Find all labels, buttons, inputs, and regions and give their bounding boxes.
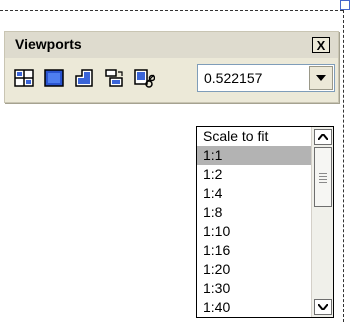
close-icon: X — [316, 37, 326, 53]
single-viewport-icon[interactable] — [43, 67, 65, 89]
scroll-thumb[interactable] — [314, 147, 332, 207]
scale-combobox[interactable]: 0.522157 — [197, 64, 335, 92]
scroll-up-button[interactable] — [314, 129, 332, 145]
list-item[interactable]: 1:40 — [197, 298, 311, 317]
vertical-scrollbar[interactable] — [311, 127, 333, 317]
scale-input[interactable]: 0.522157 — [204, 70, 262, 86]
viewports-toolbar: Viewports X 0.522157 — [4, 31, 339, 103]
dropdown-arrow-button[interactable] — [309, 66, 333, 90]
scale-dropdown-list: Scale to fit 1:1 1:2 1:4 1:8 1:10 1:16 1… — [196, 126, 334, 318]
chevron-up-icon — [318, 134, 328, 140]
toolbar-titlebar[interactable]: Viewports X — [5, 32, 338, 58]
chevron-down-icon — [316, 75, 326, 81]
viewports-dialog-icon[interactable] — [13, 67, 35, 89]
viewport-border-top — [0, 10, 343, 11]
list-item[interactable]: 1:2 — [197, 165, 311, 184]
list-item[interactable]: Scale to fit — [197, 127, 311, 146]
list-item[interactable]: 1:10 — [197, 222, 311, 241]
chevron-down-icon — [318, 304, 328, 310]
list-item[interactable]: 1:30 — [197, 279, 311, 298]
close-button[interactable]: X — [312, 37, 330, 53]
list-item-selected[interactable]: 1:1 — [197, 146, 311, 165]
viewport-grip[interactable] — [340, 0, 350, 10]
viewport-border-right — [343, 10, 344, 322]
list-item[interactable]: 1:8 — [197, 203, 311, 222]
convert-object-to-viewport-icon[interactable] — [103, 67, 125, 89]
toolbar-title: Viewports — [15, 36, 82, 52]
clip-viewport-icon[interactable] — [133, 67, 156, 89]
list-item[interactable]: 1:20 — [197, 260, 311, 279]
grip-icon — [319, 173, 327, 185]
scale-options: Scale to fit 1:1 1:2 1:4 1:8 1:10 1:16 1… — [197, 127, 311, 317]
scroll-down-button[interactable] — [314, 299, 332, 315]
list-item[interactable]: 1:4 — [197, 184, 311, 203]
list-item[interactable]: 1:16 — [197, 241, 311, 260]
polygonal-viewport-icon[interactable] — [73, 67, 95, 89]
